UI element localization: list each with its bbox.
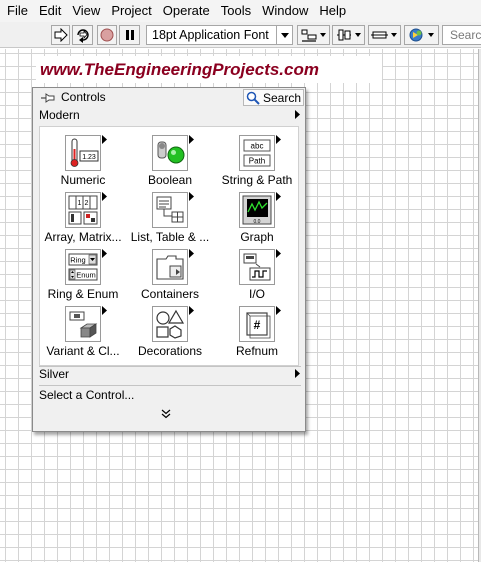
submenu-arrow-icon <box>189 192 194 201</box>
submenu-arrow-icon <box>189 306 194 315</box>
reorder-button[interactable] <box>404 25 439 45</box>
menu-bar: File Edit View Project Operate Tools Win… <box>0 0 481 22</box>
graph-icon: 0.0 <box>239 192 275 228</box>
tile-label: Decorations <box>137 344 203 358</box>
tile-string-path[interactable]: abc Path String & Path <box>214 127 300 187</box>
palette-title-bar[interactable]: Controls Search <box>33 88 305 107</box>
menu-project[interactable]: Project <box>107 1 155 21</box>
font-select[interactable]: 18pt Application Font <box>146 25 293 45</box>
align-objects-icon <box>301 29 326 42</box>
category-silver[interactable]: Silver <box>33 365 305 383</box>
tile-list-table[interactable]: List, Table & ... <box>127 184 213 244</box>
distribute-objects-button[interactable] <box>332 25 365 45</box>
run-continuously-icon <box>76 29 89 43</box>
toolbar-search-input[interactable]: Search <box>442 25 481 45</box>
submenu-arrow-icon <box>102 306 107 315</box>
tile-refnum[interactable]: # Refnum <box>214 298 300 358</box>
tile-label: Refnum <box>235 344 279 358</box>
io-icon <box>239 249 275 285</box>
category-modern[interactable]: Modern <box>33 106 305 124</box>
category-silver-label: Silver <box>39 367 70 381</box>
menu-window[interactable]: Window <box>258 1 312 21</box>
tile-ring-enum[interactable]: Ring Enum Ring & Enum <box>40 241 126 301</box>
variant-class-icon <box>65 306 101 342</box>
tile-label: Variant & Cl... <box>46 344 120 358</box>
array-matrix-icon: 1 2 <box>65 192 101 228</box>
magnifier-icon <box>246 91 260 105</box>
boolean-icon <box>152 135 188 171</box>
tile-graph[interactable]: 0.0 Graph <box>214 184 300 244</box>
submenu-arrow-icon <box>276 306 281 315</box>
path-icon-text: Path <box>249 157 265 166</box>
ring-icon-text: Ring <box>70 256 85 265</box>
tile-numeric[interactable]: 1.23 Numeric <box>40 127 126 187</box>
select-a-control[interactable]: Select a Control... <box>33 386 305 404</box>
palette-search-label: Search <box>263 90 302 105</box>
ring-enum-icon: Ring Enum <box>65 249 101 285</box>
submenu-arrow-icon <box>276 192 281 201</box>
numeric-icon-text: 1.23 <box>82 154 96 161</box>
submenu-arrow-icon <box>276 135 281 144</box>
resize-objects-button[interactable] <box>368 25 401 45</box>
list-table-icon <box>152 192 188 228</box>
string-path-icon: abc Path <box>239 135 275 171</box>
decorations-icon <box>152 306 188 342</box>
tile-variant-class[interactable]: Variant & Cl... <box>40 298 126 358</box>
select-control-label: Select a Control... <box>39 388 135 402</box>
svg-text:2: 2 <box>85 200 89 207</box>
pause-icon <box>125 30 134 40</box>
menu-file[interactable]: File <box>3 1 32 21</box>
submenu-arrow-icon <box>102 192 107 201</box>
refnum-icon: # <box>239 306 275 342</box>
run-continuously-button[interactable] <box>72 25 93 45</box>
chevron-down-icon <box>276 26 292 44</box>
thumbtack-icon[interactable] <box>39 91 55 105</box>
tile-containers[interactable]: Containers <box>127 241 213 301</box>
align-objects-button[interactable] <box>297 25 330 45</box>
submenu-arrow-icon <box>276 249 281 258</box>
tile-array-matrix[interactable]: 1 2 Array, Matrix... <box>40 184 126 244</box>
graph-axis-text: 0.0 <box>254 219 261 225</box>
menu-operate[interactable]: Operate <box>159 1 214 21</box>
submenu-arrow-icon <box>102 135 107 144</box>
controls-palette: Controls Search Modern 1.23 Numeric Bool… <box>32 87 306 432</box>
submenu-arrow-icon <box>102 249 107 258</box>
stop-icon <box>100 28 114 42</box>
containers-icon <box>152 249 188 285</box>
tile-decorations[interactable]: Decorations <box>127 298 213 358</box>
reorder-icon <box>409 28 434 42</box>
palette-grid: 1.23 Numeric Boolean abc Path String & P… <box>39 126 299 366</box>
toolbar-search-placeholder: Search <box>450 28 481 42</box>
category-modern-label: Modern <box>39 108 80 122</box>
expand-arrow-icon <box>295 110 300 119</box>
tile-boolean[interactable]: Boolean <box>127 127 213 187</box>
banner-text: www.TheEngineeringProjects.com <box>40 59 319 79</box>
submenu-arrow-icon <box>189 249 194 258</box>
font-select-value: 18pt Application Font <box>152 28 269 42</box>
pause-button[interactable] <box>119 25 140 45</box>
distribute-objects-icon <box>336 29 361 41</box>
toolbar: 18pt Application Font Searc <box>0 22 481 48</box>
palette-title: Controls <box>61 90 106 104</box>
resize-objects-icon <box>370 31 397 39</box>
string-icon-text: abc <box>251 142 264 151</box>
menu-help[interactable]: Help <box>315 1 350 21</box>
tile-io[interactable]: I/O <box>214 241 300 301</box>
numeric-icon: 1.23 <box>65 135 101 171</box>
enum-icon-text: Enum <box>76 271 96 280</box>
svg-text:1: 1 <box>78 200 82 207</box>
expand-arrow-icon <box>295 369 300 378</box>
refnum-icon-text: # <box>254 318 261 332</box>
submenu-arrow-icon <box>189 135 194 144</box>
menu-tools[interactable]: Tools <box>217 1 255 21</box>
menu-view[interactable]: View <box>68 1 104 21</box>
palette-search-button[interactable]: Search <box>243 89 304 106</box>
abort-button[interactable] <box>97 25 117 45</box>
website-banner: www.TheEngineeringProjects.com <box>36 56 382 83</box>
run-button[interactable] <box>51 25 70 45</box>
menu-edit[interactable]: Edit <box>35 1 65 21</box>
run-arrow-icon <box>54 28 68 42</box>
chevron-double-down-icon[interactable] <box>161 409 171 419</box>
